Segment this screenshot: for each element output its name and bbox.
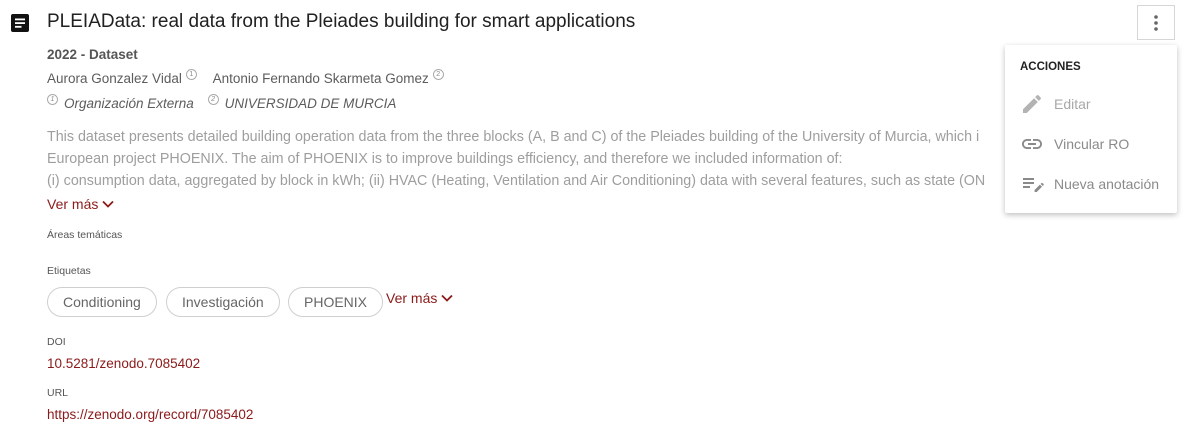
record-description: This dataset presents detailed building … — [47, 126, 1057, 192]
affiliations-list: 1 Organización Externa 2 UNIVERSIDAD DE MU… — [47, 94, 397, 111]
menu-item-label: Nueva anotación — [1054, 176, 1160, 192]
affiliation-ref-badge: 2 — [207, 94, 219, 105]
record-title[interactable]: PLEIAData: real data from the Pleiades b… — [47, 11, 635, 33]
actions-menu-title: ACCIONES — [1020, 61, 1081, 73]
url-link[interactable]: https://zenodo.org/record/7085402 — [47, 407, 253, 422]
areas-label: Áreas temáticas — [47, 229, 123, 241]
menu-item-nueva-anotacion[interactable]: Nueva anotación — [1005, 166, 1177, 202]
note-add-icon — [1023, 178, 1044, 192]
tags-label: Etiquetas — [47, 265, 91, 277]
menu-item-editar[interactable]: Editar — [1005, 86, 1177, 122]
pencil-icon — [1023, 94, 1042, 113]
url-label: URL — [47, 387, 69, 399]
affiliation-name: UNIVERSIDAD DE MURCIA — [224, 96, 397, 111]
affiliation-ref-badge: 1 — [185, 69, 197, 80]
record-year-type: 2022 - Dataset — [47, 47, 138, 62]
more-vert-icon — [1154, 14, 1158, 31]
tag-chip[interactable]: PHOENIX — [288, 287, 384, 317]
author-name[interactable]: Aurora Gonzalez Vidal — [47, 71, 182, 86]
more-actions-button[interactable] — [1137, 5, 1175, 40]
link-icon — [1022, 139, 1042, 149]
ver-mas-label: Ver más — [386, 290, 438, 306]
chevron-down-icon — [441, 294, 453, 302]
tags-ver-mas-button[interactable]: Ver más — [386, 290, 453, 306]
description-line: This dataset presents detailed building … — [47, 129, 980, 145]
author-name[interactable]: Antonio Fernando Skarmeta Gomez — [213, 71, 429, 86]
authors-list: Aurora Gonzalez Vidal 1 Antonio Fernando … — [47, 69, 444, 86]
affiliation-name: Organización Externa — [64, 96, 194, 111]
affiliation-ref-badge: 2 — [432, 69, 444, 80]
document-icon — [11, 14, 29, 32]
menu-item-vincular-ro[interactable]: Vincular RO — [1005, 126, 1177, 162]
description-ver-mas-button[interactable]: Ver más — [47, 196, 114, 212]
menu-item-label: Vincular RO — [1054, 136, 1130, 152]
chevron-down-icon — [102, 200, 114, 208]
doi-label: DOI — [47, 336, 66, 348]
doi-link[interactable]: 10.5281/zenodo.7085402 — [47, 356, 200, 371]
ver-mas-label: Ver más — [47, 196, 99, 212]
affiliation-ref-badge: 1 — [47, 94, 58, 105]
description-line: (i) consumption data, aggregated by bloc… — [47, 173, 986, 189]
menu-item-label: Editar — [1054, 96, 1091, 112]
tag-chip[interactable]: Investigación — [166, 287, 280, 317]
tag-chip[interactable]: Conditioning — [47, 287, 157, 317]
actions-menu: ACCIONES Editar Vincular RO Nueva anotac… — [1005, 45, 1177, 213]
description-line: European project PHOENIX. The aim of PHO… — [47, 151, 843, 167]
